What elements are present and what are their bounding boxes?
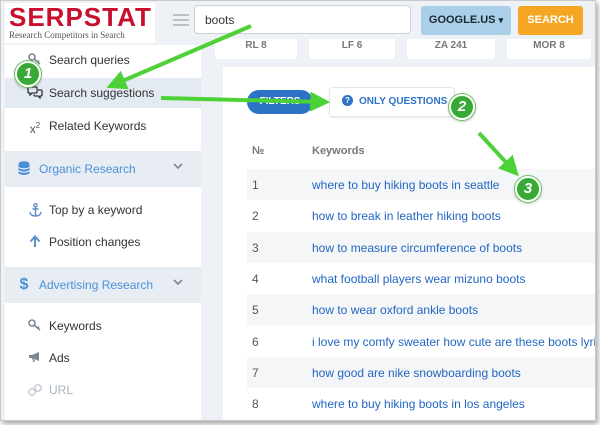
step-badge-2: 2 — [449, 94, 475, 120]
tutorial-arrows — [106, 24, 519, 177]
arrow-to-only-questions — [160, 91, 331, 112]
app-window: SERPSTAT Research Competitors in Search … — [0, 0, 596, 421]
arrow-to-search-suggestions — [106, 24, 252, 90]
step-badge-3: 3 — [515, 176, 541, 202]
arrow-to-results — [477, 131, 519, 177]
step-badge-1: 1 — [15, 61, 41, 87]
